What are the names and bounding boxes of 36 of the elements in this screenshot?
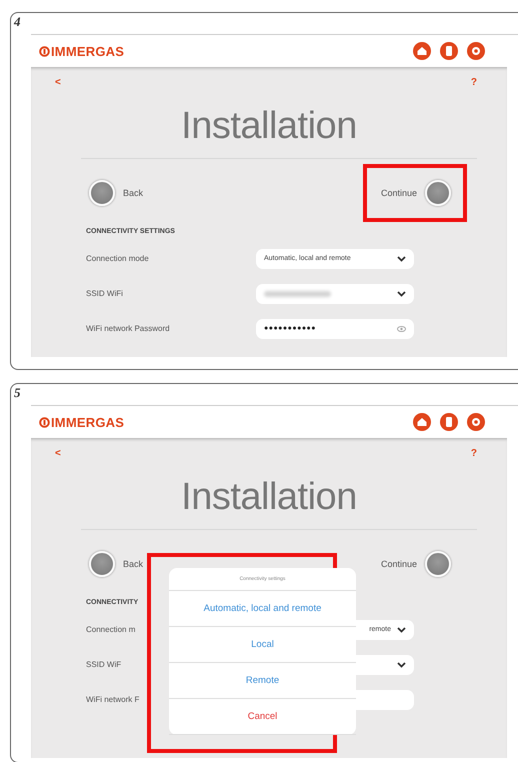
chevron-down-icon (397, 290, 406, 296)
back-arrow[interactable]: < (55, 448, 61, 462)
continue-button[interactable]: Continue (376, 547, 455, 581)
help-link[interactable]: ? (470, 77, 477, 91)
chevron-down-icon (397, 662, 406, 668)
settings-icon[interactable] (467, 42, 485, 60)
back-button[interactable]: Back (85, 176, 148, 210)
page-title: Installation (181, 476, 357, 519)
field-label: SSID WiF (86, 660, 122, 669)
field-label: SSID WiFi (86, 289, 124, 298)
field-label: WiFi network F (86, 695, 140, 704)
continue-button[interactable]: Continue (376, 176, 455, 210)
sheet-option[interactable]: Remote (169, 663, 356, 699)
step-number: 4 (12, 13, 22, 31)
phone-icon[interactable] (440, 413, 458, 431)
back-button[interactable]: Back (85, 547, 148, 581)
cancel-button[interactable]: Cancel (169, 699, 356, 735)
brand-name: IMMERGAS (51, 414, 124, 430)
field-label: Connection mode (86, 254, 150, 263)
field-label: Connection m (86, 625, 136, 634)
dropdown-field[interactable] (256, 284, 414, 304)
page-title: Installation (181, 105, 357, 148)
brand-name: IMMERGAS (51, 44, 124, 58)
home-icon[interactable] (413, 42, 431, 60)
step-number: 5 (13, 384, 22, 402)
chevron-down-icon (397, 256, 406, 262)
back-arrow[interactable]: < (55, 77, 61, 91)
chevron-down-icon (397, 626, 406, 632)
field-label: WiFi network Password (86, 324, 171, 333)
home-icon[interactable] (413, 413, 431, 431)
sheet-option[interactable]: Automatic, local and remote (169, 591, 356, 627)
help-link[interactable]: ? (470, 448, 477, 462)
eye-icon[interactable] (397, 326, 406, 332)
phone-icon[interactable] (440, 42, 458, 60)
sheet-option[interactable]: Local (169, 627, 356, 663)
settings-icon[interactable] (467, 413, 485, 431)
